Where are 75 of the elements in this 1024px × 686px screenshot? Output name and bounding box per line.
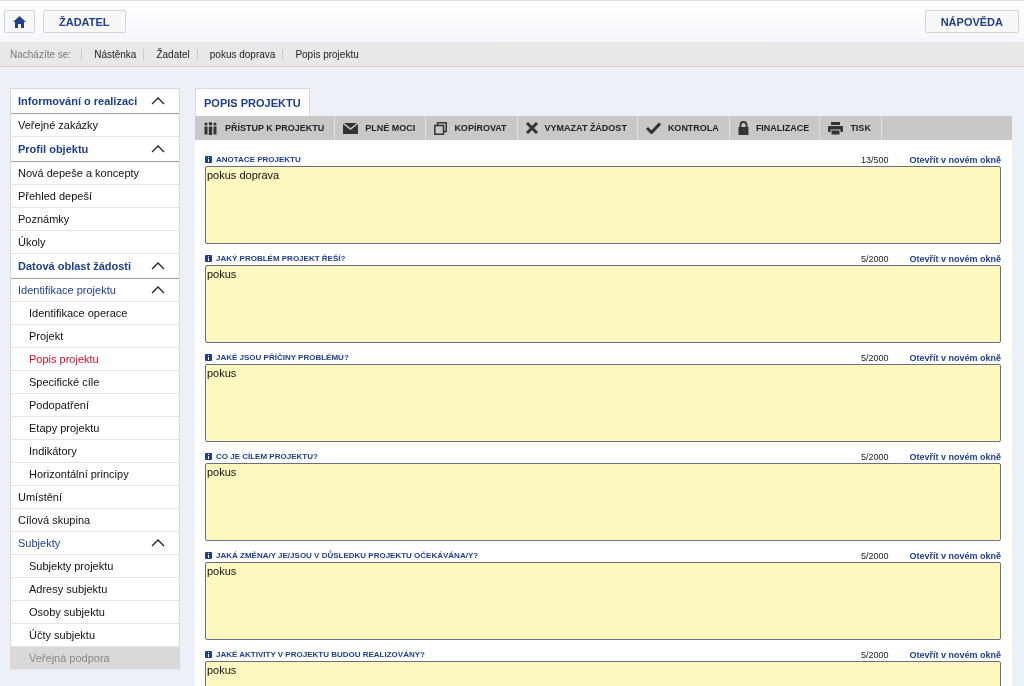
character-counter: 5/2000 [860,451,889,462]
sidebar-item[interactable]: Veřejné zakázky [11,114,179,137]
sidebar-item[interactable]: Cílová skupina [11,509,179,532]
text-area[interactable]: pokus [205,265,1001,343]
sidebar-item[interactable]: Poznámky [11,208,179,231]
breadcrumb-link[interactable]: Žadatel [143,48,197,60]
open-in-new-window-link[interactable]: Otevřít v novém okně [909,451,1001,462]
field-label: CO JE CÍLEM PROJEKTU? [216,452,319,461]
field-label: ANOTACE PROJEKTU [216,155,302,164]
info-icon [205,453,212,460]
home-icon [13,15,26,28]
chevron-up-icon [151,262,165,270]
chevron-up-icon [151,97,165,105]
breadcrumb-link[interactable]: Nástěnka [81,48,144,60]
text-area[interactable]: pokus [205,364,1001,442]
open-in-new-window-link[interactable]: Otevřít v novém okně [909,253,1001,264]
info-icon [205,255,212,262]
open-in-new-window-link[interactable]: Otevřít v novém okně [909,154,1001,165]
sidebar-item[interactable]: Projekt [11,325,179,348]
open-in-new-window-link[interactable]: Otevřít v novém okně [909,352,1001,363]
sidebar-item[interactable]: Podopatření [11,394,179,417]
sidebar-item[interactable]: Subjekty [11,532,179,555]
field-label: JAKÝ PROBLÉM PROJEKT ŘEŠÍ? [216,254,347,263]
printer-icon [828,121,844,135]
sidebar-item[interactable]: Nová depeše a koncepty [11,162,179,185]
field-label: JAKÁ ZMĚNA/Y JE/JSOU V DŮSLEDKU PROJEKTU OČEKÁVÁNA/Y? [216,551,480,560]
sidebar-item[interactable]: Umístění [11,486,179,509]
chevron-up-icon [151,145,165,153]
info-icon [205,552,212,559]
text-area[interactable]: pokus [205,661,1001,686]
role-button[interactable]: ŽADATEL [43,10,126,33]
character-counter: 5/2000 [860,253,889,264]
cross-icon [525,122,538,134]
sidebar-item[interactable]: Identifikace operace [11,302,179,325]
sidebar-item[interactable]: Specifické cíle [11,371,179,394]
sidebar-item[interactable]: Přehled depeší [11,185,179,208]
sidebar-item[interactable]: Datová oblast žádosti [11,254,179,279]
sidebar-item[interactable]: Úkoly [11,231,179,254]
sidebar-item[interactable]: Etapy projektu [11,417,179,440]
text-area[interactable]: pokus doprava [205,166,1001,244]
section-tab[interactable]: POPIS PROJEKTU [195,88,310,116]
open-in-new-window-link[interactable]: Otevřít v novém okně [909,550,1001,561]
sidebar-item[interactable]: Informování o realizaci [11,89,179,114]
character-counter: 13/500 [860,154,889,165]
breadcrumb-label: Nacházíte se: [9,48,73,60]
chevron-up-icon [151,539,165,547]
character-counter: 5/2000 [860,649,889,660]
character-counter: 5/2000 [860,352,889,363]
sidebar-item[interactable]: Popis projektu [11,348,179,371]
field-label: JAKÉ AKTIVITY V PROJEKTU BUDOU REALIZOVÁNY? [216,650,426,659]
info-icon [205,354,212,361]
info-icon [205,651,212,658]
sidebar-item[interactable]: Profil objektu [11,137,179,162]
sidebar-item[interactable]: Identifikace projektu [11,279,179,302]
text-area[interactable]: pokus [205,463,1001,541]
sidebar-item[interactable]: Adresy subjektu [11,578,179,601]
copy-icon [434,121,448,135]
home-button[interactable] [4,10,35,33]
help-button[interactable]: NÁPOVĚDA [924,10,1019,33]
breadcrumb-link[interactable]: pokus doprava [196,48,283,60]
people-icon [203,121,218,135]
text-area[interactable]: pokus [205,562,1001,640]
sidebar-item[interactable]: Osoby subjektu [11,601,179,624]
envelope-icon [343,122,359,134]
open-in-new-window-link[interactable]: Otevřít v novém okně [909,649,1001,660]
lock-icon [737,121,749,135]
sidebar-item[interactable]: Indikátory [11,440,179,463]
sidebar-item[interactable]: Subjekty projektu [11,555,179,578]
check-icon [645,122,661,134]
field-label: JAKÉ JSOU PŘÍČINY PROBLÉMU? [216,353,350,362]
chevron-up-icon [151,286,165,294]
sidebar-item[interactable]: Horizontální principy [11,463,179,486]
character-counter: 5/2000 [860,550,889,561]
info-icon [205,156,212,163]
breadcrumb-link[interactable]: Popis projektu [282,48,366,60]
